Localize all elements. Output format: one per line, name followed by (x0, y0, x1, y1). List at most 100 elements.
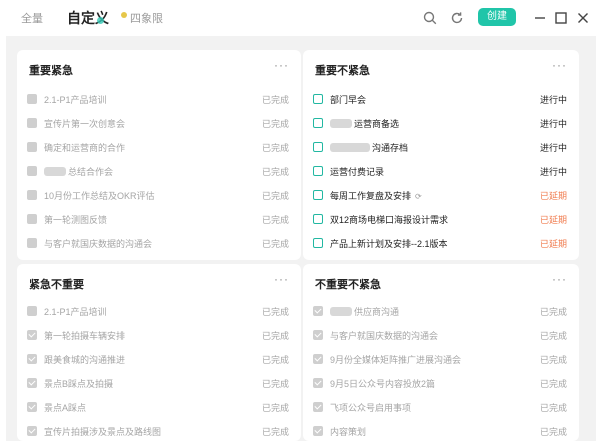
task-title: 景点A踩点 (44, 403, 87, 413)
task-title: 确定和运营商的合作 (44, 143, 126, 153)
task-status: 已完成 (261, 379, 289, 389)
task-title: 飞项公众号启用事项 (330, 403, 412, 413)
task-status: 已完成 (539, 355, 567, 365)
task-item[interactable]: 第一轮拍摄车辆安排 已完成 (17, 324, 301, 348)
checkbox-icon[interactable] (313, 118, 323, 128)
quadrant-title: 重要紧急 (29, 65, 73, 77)
task-status: 进行中 (539, 167, 567, 177)
task-status: 已延期 (539, 239, 567, 249)
task-item[interactable]: 10月份工作总结及OKR评估 已完成 (17, 184, 301, 208)
checkbox-done-icon[interactable] (27, 142, 37, 152)
task-item[interactable]: 确定和运营商的合作 已完成 (17, 136, 301, 160)
more-options-icon[interactable]: ··· (552, 272, 567, 286)
tab-indicator-dot (121, 12, 127, 18)
task-item[interactable]: 2.1-P1产品培训 已完成 (17, 300, 301, 324)
checkbox-done-icon[interactable] (27, 306, 37, 316)
task-title: 每周工作复盘及安排 ⟳ (330, 191, 422, 201)
quadrant-title: 不重要不紧急 (315, 279, 381, 291)
task-item[interactable]: 宣传片拍摄涉及景点及路线图 已完成 (17, 420, 301, 441)
checkbox-done-icon[interactable] (313, 378, 323, 388)
task-item[interactable]: 与客户就国庆数据的沟通会 已完成 (303, 324, 579, 348)
task-title: 内容策划 (330, 427, 367, 437)
checkbox-icon[interactable] (313, 190, 323, 200)
close-icon[interactable] (574, 9, 592, 27)
task-status: 已完成 (261, 191, 289, 201)
task-item[interactable]: 沟通存档 进行中 (303, 136, 579, 160)
quadrant-not-important-not-urgent: 不重要不紧急 ··· 供应商沟通 已完成 与客户就国庆数据的沟通会 已完成 9月… (303, 264, 579, 441)
task-item[interactable]: 宣传片第一次创意会 已完成 (17, 112, 301, 136)
task-item[interactable]: 9月份全媒体矩阵推广进展沟通会 已完成 (303, 348, 579, 372)
task-title: 运营付费记录 (330, 167, 385, 177)
task-item[interactable]: 双12商场电梯口海报设计需求 已延期 (303, 208, 579, 232)
search-icon[interactable] (421, 9, 439, 27)
task-status: 已延期 (539, 191, 567, 201)
checkbox-icon[interactable] (313, 214, 323, 224)
checkbox-icon[interactable] (313, 238, 323, 248)
task-item[interactable]: 部门早会 进行中 (303, 88, 579, 112)
maximize-icon[interactable] (552, 9, 570, 27)
task-item[interactable]: 总结合作会 已完成 (17, 160, 301, 184)
tab-four-quadrants[interactable]: 四象限 (130, 10, 163, 26)
task-item[interactable]: 供应商沟通 已完成 (303, 300, 579, 324)
task-item[interactable]: 与客户就国庆数据的沟通会 已完成 (17, 232, 301, 256)
task-status: 进行中 (539, 143, 567, 153)
checkbox-done-icon[interactable] (27, 214, 37, 224)
checkbox-done-icon[interactable] (313, 426, 323, 436)
checkbox-icon[interactable] (313, 94, 323, 104)
task-title: 第一轮测图反馈 (44, 215, 108, 225)
task-title: 与客户就国庆数据的沟通会 (44, 239, 153, 249)
task-title: 总结合作会 (44, 165, 113, 178)
checkbox-done-icon[interactable] (27, 354, 37, 364)
checkbox-done-icon[interactable] (313, 354, 323, 364)
task-item[interactable]: 第一轮测图反馈 已完成 (17, 208, 301, 232)
create-button[interactable]: 创建 (478, 8, 516, 26)
task-item[interactable]: 景点B踩点及拍摄 已完成 (17, 372, 301, 396)
checkbox-done-icon[interactable] (27, 330, 37, 340)
refresh-icon[interactable] (448, 9, 466, 27)
task-title: 产品上新计划及安排--2.1版本 (330, 239, 448, 249)
task-status: 已完成 (539, 307, 567, 317)
checkbox-done-icon[interactable] (27, 118, 37, 128)
avatar-blur (44, 167, 66, 176)
tab-all[interactable]: 全量 (21, 10, 43, 26)
checkbox-done-icon[interactable] (27, 378, 37, 388)
task-status: 已完成 (539, 331, 567, 341)
checkbox-icon[interactable] (313, 166, 323, 176)
task-item[interactable]: 产品上新计划及安排--2.1版本 已延期 (303, 232, 579, 256)
task-title: 运营商备选 (330, 117, 399, 130)
checkbox-done-icon[interactable] (27, 94, 37, 104)
tab-active-accent (97, 17, 104, 24)
checkbox-done-icon[interactable] (313, 402, 323, 412)
task-item[interactable]: 飞项公众号启用事项 已完成 (303, 396, 579, 420)
checkbox-done-icon[interactable] (27, 426, 37, 436)
task-title: 10月份工作总结及OKR评估 (44, 191, 155, 201)
task-item[interactable]: 内容策划 已完成 (303, 420, 579, 441)
task-item[interactable]: 运营商备选 进行中 (303, 112, 579, 136)
task-item[interactable]: 9月5日公众号内容投放2篇 已完成 (303, 372, 579, 396)
checkbox-done-icon[interactable] (27, 166, 37, 176)
checkbox-done-icon[interactable] (27, 190, 37, 200)
task-item[interactable]: 每周工作复盘及安排 ⟳ 已延期 (303, 184, 579, 208)
repeat-icon: ⟳ (415, 192, 422, 201)
checkbox-done-icon[interactable] (27, 238, 37, 248)
quadrant-title: 重要不紧急 (315, 65, 370, 77)
minimize-icon[interactable] (531, 9, 549, 27)
quadrant-title: 紧急不重要 (29, 279, 84, 291)
task-title: 宣传片第一次创意会 (44, 119, 126, 129)
more-options-icon[interactable]: ··· (552, 58, 567, 72)
task-title: 9月份全媒体矩阵推广进展沟通会 (330, 355, 462, 365)
checkbox-done-icon[interactable] (313, 330, 323, 340)
more-options-icon[interactable]: ··· (274, 58, 289, 72)
task-item[interactable]: 运营付费记录 进行中 (303, 160, 579, 184)
task-title: 2.1-P1产品培训 (44, 95, 107, 105)
task-item[interactable]: 景点A踩点 已完成 (17, 396, 301, 420)
task-item[interactable]: 跟美食城的沟通推进 已完成 (17, 348, 301, 372)
checkbox-done-icon[interactable] (27, 402, 37, 412)
checkbox-done-icon[interactable] (313, 306, 323, 316)
checkbox-icon[interactable] (313, 142, 323, 152)
more-options-icon[interactable]: ··· (274, 272, 289, 286)
task-status: 已完成 (261, 95, 289, 105)
task-item[interactable]: 2.1-P1产品培训 已完成 (17, 88, 301, 112)
avatar-blur (330, 307, 352, 316)
task-title: 供应商沟通 (330, 305, 399, 318)
